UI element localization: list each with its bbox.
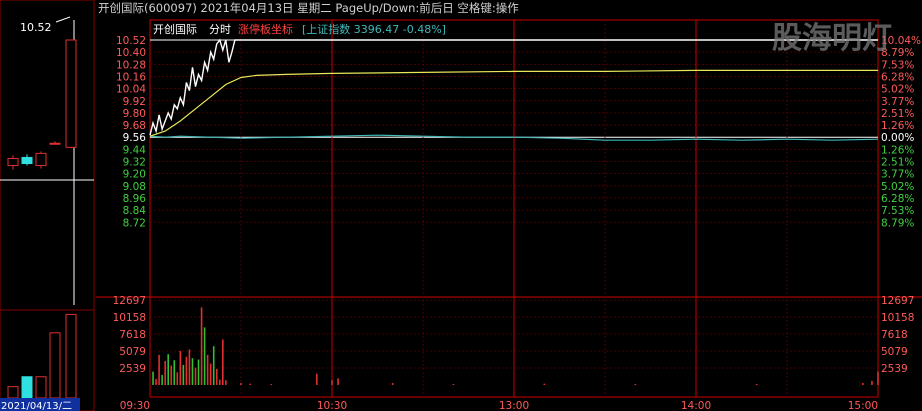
daily-candle-body (49, 142, 61, 145)
price-tick-label: 9.68 (123, 120, 146, 132)
daily-volume-bar (7, 386, 19, 399)
time-tick-label: 14:00 (681, 400, 711, 411)
volume-tick-label-left: 2539 (119, 363, 146, 375)
percent-tick-label: 5.02% (881, 84, 914, 96)
time-tick-label: 13:00 (499, 400, 529, 411)
price-tick-label: 9.20 (123, 169, 146, 181)
volume-tick-label-right: 12697 (881, 295, 914, 307)
daily-volume-bar (21, 376, 33, 399)
price-tick-label: 9.44 (123, 144, 147, 156)
percent-tick-label: 3.77% (881, 96, 914, 108)
volume-tick-label-left: 12697 (113, 295, 146, 307)
percent-tick-label: 6.28% (881, 193, 914, 205)
daily-kline-panel[interactable]: 10.52 2021/04/13/二 (0, 0, 95, 411)
volume-tick-label-right: 2539 (881, 363, 908, 375)
watermark: 股海明灯 (772, 21, 892, 56)
percent-tick-label: 0.00% (881, 132, 914, 144)
time-tick-label: 10:30 (317, 400, 347, 411)
daily-volume-bar (49, 332, 61, 399)
stock-name-label: 开创国际 (153, 23, 197, 36)
percent-tick-label: 8.79% (881, 217, 914, 229)
percent-tick-label: 5.02% (881, 181, 914, 193)
price-tick-label: 9.80 (123, 108, 146, 120)
percent-tick-label: 7.53% (881, 59, 914, 71)
price-tick-label: 8.72 (123, 217, 146, 229)
time-tick-label: 15:00 (848, 400, 878, 411)
volume-tick-label-left: 10158 (113, 312, 146, 324)
intraday-chart-screen: 10.52 2021/04/13/二 开创国际(600097) 2021年04月… (0, 0, 922, 411)
daily-volume-bar (65, 313, 77, 399)
daily-candle-body (65, 39, 77, 148)
percent-tick-label: 2.51% (881, 157, 914, 169)
percent-tick-label: 3.77% (881, 169, 914, 181)
price-tick-label: 8.96 (123, 193, 147, 205)
volume-tick-label-right: 5079 (881, 346, 908, 358)
limit-coord-toggle[interactable]: 涨停板坐标 (238, 22, 293, 36)
price-tick-label: 9.56 (123, 132, 147, 144)
window-title: 开创国际(600097) 2021年04月13日 星期二 PageUp/Down… (98, 1, 519, 15)
percent-tick-label: 7.53% (881, 205, 914, 217)
daily-candle-body (21, 156, 33, 165)
percent-tick-label: 1.26% (881, 120, 914, 132)
daily-panel-frame (0, 0, 95, 411)
price-tick-label: 10.28 (116, 59, 146, 71)
volume-tick-label-left: 7618 (119, 329, 146, 341)
price-tick-label: 10.16 (116, 71, 146, 83)
price-tick-label: 9.32 (123, 157, 146, 169)
time-tick-label: 09:30 (120, 400, 150, 411)
percent-tick-label: 1.26% (881, 144, 914, 156)
volume-tick-label-right: 7618 (881, 329, 908, 341)
mode-label: 分时 (209, 23, 231, 36)
index-overlay-label: [上证指数 3396.47 -0.48%] (302, 22, 446, 36)
daily-date-label: 2021/04/13/二 (1, 401, 72, 411)
daily-volume-bar (35, 376, 47, 399)
price-tick-label: 9.92 (123, 96, 146, 108)
price-tick-label: 10.40 (116, 47, 146, 59)
price-tick-label: 8.84 (123, 205, 147, 217)
price-tick-label: 9.08 (123, 181, 146, 193)
price-tick-label: 10.52 (116, 35, 146, 47)
daily-candle-body (35, 152, 47, 167)
percent-tick-label: 6.28% (881, 71, 914, 83)
daily-candle-body (7, 157, 19, 167)
price-tick-label: 10.04 (116, 84, 146, 96)
volume-tick-label-right: 10158 (881, 312, 914, 324)
percent-tick-label: 2.51% (881, 108, 914, 120)
daily-price-label: 10.52 (20, 21, 52, 34)
volume-tick-label-left: 5079 (119, 346, 146, 358)
